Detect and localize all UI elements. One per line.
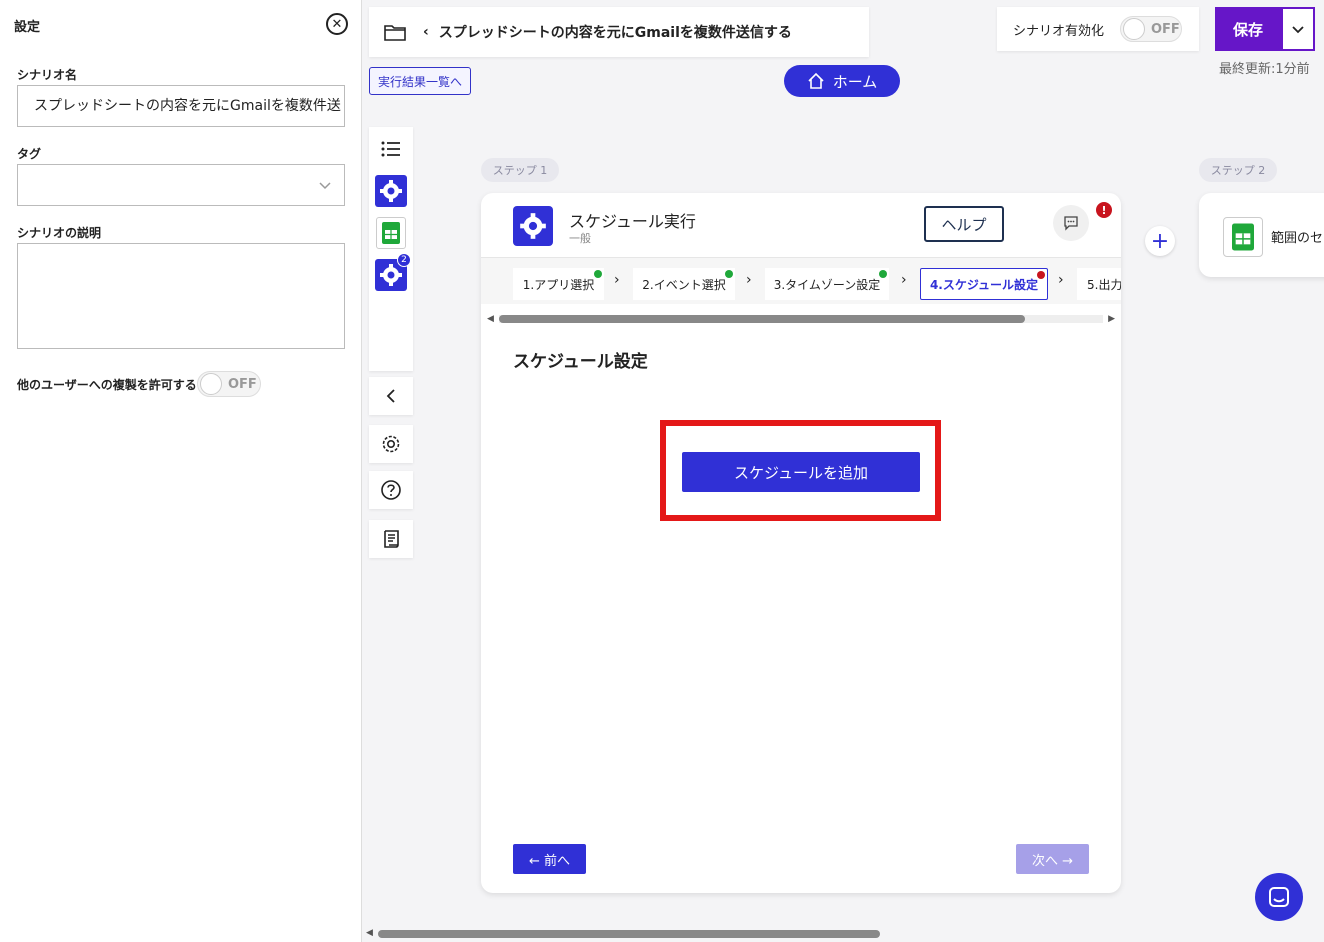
results-list-button[interactable]: 実行結果一覧へ xyxy=(369,67,471,95)
gear-icon xyxy=(382,435,400,453)
scenario-title: スプレッドシートの内容を元にGmailを複数件送信する xyxy=(438,25,792,41)
step-tabs: 1.アプリ選択 › 2.イベント選択 › 3.タイムゾーン設定 › 4.スケジュ… xyxy=(481,258,1121,304)
scenario-name-label: シナリオ名 xyxy=(17,68,78,82)
home-label: ホーム xyxy=(832,72,878,91)
folder-icon[interactable] xyxy=(383,22,407,42)
save-dropdown-button[interactable] xyxy=(1281,7,1315,51)
spreadsheet-icon xyxy=(376,217,406,249)
tab-label: 4.スケジュール設定 xyxy=(929,277,1039,292)
description-label: シナリオの説明 xyxy=(17,226,102,240)
tabs-scrollbar[interactable]: ◀ ▶ xyxy=(487,314,1115,324)
scroll-document-icon xyxy=(384,530,399,548)
scenario-name-input[interactable]: スプレッドシートの内容を元にGmailを複数件送 xyxy=(17,85,345,127)
error-icon xyxy=(1037,271,1045,279)
tab-timezone[interactable]: 3.タイムゾーン設定 xyxy=(765,268,889,300)
scroll-left-icon[interactable]: ◀ xyxy=(487,314,494,324)
help-circle-button[interactable] xyxy=(369,471,413,509)
last-updated: 最終更新:1分前 xyxy=(1219,62,1310,77)
tab-output[interactable]: 5.出力 xyxy=(1077,268,1121,300)
add-step-button[interactable]: + xyxy=(1145,226,1175,256)
tab-label: 1.アプリ選択 xyxy=(522,277,595,292)
allow-copy-toggle-label: OFF xyxy=(228,376,257,392)
chevron-down-icon xyxy=(1292,26,1304,34)
step1-gear-button[interactable] xyxy=(373,173,409,209)
comment-icon xyxy=(1064,216,1078,231)
log-button[interactable] xyxy=(369,520,413,558)
tag-label: タグ xyxy=(17,147,42,161)
home-icon xyxy=(808,72,824,89)
scenario-enable-card: シナリオ有効化 OFF xyxy=(997,7,1199,51)
allow-copy-label: 他のユーザーへの複製を許可する xyxy=(17,378,197,392)
chevron-left-icon xyxy=(386,389,395,403)
chevron-right-icon: › xyxy=(1058,272,1064,288)
tab-label: 3.タイムゾーン設定 xyxy=(773,277,881,292)
scroll-thumb[interactable] xyxy=(378,930,880,938)
settings-title: 設定 xyxy=(14,20,41,35)
step3-gear-button[interactable]: 2 xyxy=(373,253,411,293)
scenario-title-bar: ‹ スプレッドシートの内容を元にGmailを複数件送信する xyxy=(369,7,869,57)
gear-icon xyxy=(375,175,407,207)
back-chevron-icon[interactable]: ‹ xyxy=(423,24,429,40)
save-button[interactable]: 保存 xyxy=(1215,7,1281,51)
check-icon xyxy=(594,270,602,278)
close-icon[interactable]: ✕ xyxy=(326,13,348,35)
scroll-left-icon[interactable]: ◀ xyxy=(366,928,373,938)
step-count-badge: 2 xyxy=(397,253,411,267)
gear-icon xyxy=(513,206,553,246)
tag-select[interactable] xyxy=(17,164,345,206)
tab-app-select[interactable]: 1.アプリ選択 xyxy=(513,268,604,300)
allow-copy-toggle[interactable]: OFF xyxy=(197,371,261,397)
help-button[interactable]: ヘルプ xyxy=(924,206,1004,242)
check-icon xyxy=(725,270,733,278)
check-icon xyxy=(879,270,887,278)
app-category: 一般 xyxy=(569,232,591,245)
tab-label: 2.イベント選択 xyxy=(642,277,726,292)
chat-button[interactable] xyxy=(1255,873,1303,921)
enable-toggle[interactable]: OFF xyxy=(1120,16,1182,42)
step2-name: 範囲のセ xyxy=(1271,231,1324,246)
toggle-knob xyxy=(200,373,222,395)
chevron-down-icon xyxy=(319,182,331,190)
tab-event-select[interactable]: 2.イベント選択 xyxy=(633,268,735,300)
step-toolbar: 2 xyxy=(369,127,413,371)
chat-icon xyxy=(1269,887,1289,907)
list-icon[interactable] xyxy=(373,131,409,167)
step-card: スケジュール実行 一般 ヘルプ ! 1.アプリ選択 › 2.イベント選択 › 3… xyxy=(481,193,1121,893)
step1-chip: ステップ 1 xyxy=(481,158,559,182)
scroll-thumb[interactable] xyxy=(499,315,1025,323)
step2-sheets-button[interactable] xyxy=(373,215,409,251)
alert-icon: ! xyxy=(1096,202,1112,218)
enable-toggle-label: OFF xyxy=(1151,21,1180,37)
next-button[interactable]: 次へ → xyxy=(1016,844,1089,874)
canvas-scrollbar[interactable]: ◀ xyxy=(364,928,1324,940)
home-button[interactable]: ホーム xyxy=(784,65,900,97)
scroll-right-icon[interactable]: ▶ xyxy=(1108,314,1115,324)
save-button-group: 保存 xyxy=(1215,7,1315,51)
app-name: スケジュール実行 xyxy=(569,212,696,231)
section-title: スケジュール設定 xyxy=(513,352,648,372)
spreadsheet-icon xyxy=(1223,217,1263,257)
add-schedule-button[interactable]: スケジュールを追加 xyxy=(682,452,920,492)
comment-button[interactable] xyxy=(1053,205,1089,241)
question-icon xyxy=(381,480,401,500)
settings-button[interactable] xyxy=(369,425,413,463)
tab-schedule[interactable]: 4.スケジュール設定 xyxy=(920,268,1048,300)
step2-card[interactable]: 範囲のセ xyxy=(1199,193,1324,277)
chevron-right-icon: › xyxy=(614,272,620,288)
chevron-right-icon: › xyxy=(746,272,752,288)
enable-label: シナリオ有効化 xyxy=(1013,24,1105,39)
toggle-knob xyxy=(1123,18,1145,40)
chevron-right-icon: › xyxy=(901,272,907,288)
prev-button[interactable]: ← 前へ xyxy=(513,844,586,874)
description-textarea[interactable] xyxy=(17,243,345,349)
step2-chip: ステップ 2 xyxy=(1199,158,1277,182)
settings-panel: 設定 ✕ シナリオ名 スプレッドシートの内容を元にGmailを複数件送 タグ シ… xyxy=(0,0,362,942)
collapse-button[interactable] xyxy=(369,377,413,415)
tab-label: 5.出力 xyxy=(1087,277,1121,292)
